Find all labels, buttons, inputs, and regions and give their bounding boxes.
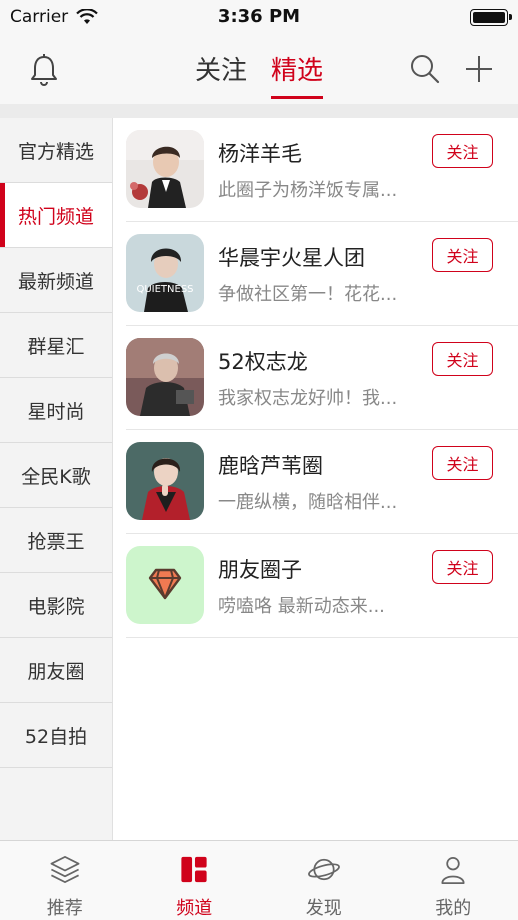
sidebar-item-selfie[interactable]: 52自拍 xyxy=(0,703,112,768)
channel-description: 争做社区第一！花花... xyxy=(218,284,398,305)
nav-bar: 关注 精选 xyxy=(0,36,518,104)
list-item[interactable]: 杨洋羊毛 此圈子为杨洋饭专属... 关注 xyxy=(126,118,518,222)
battery-icon xyxy=(470,9,512,26)
list-item[interactable]: 52权志龙 我家权志龙好帅！我... 关注 xyxy=(126,326,518,430)
sidebar-item-hot[interactable]: 热门频道 xyxy=(0,183,112,248)
bottom-tab-bar: 推荐 频道 发现 我的 xyxy=(0,840,518,920)
sidebar-item-official[interactable]: 官方精选 xyxy=(0,118,112,183)
nav-divider xyxy=(0,104,518,118)
sidebar-item-latest[interactable]: 最新频道 xyxy=(0,248,112,313)
follow-button[interactable]: 关注 xyxy=(432,342,493,376)
tab-featured[interactable]: 精选 xyxy=(271,46,324,99)
status-bar: Carrier 3:36 PM xyxy=(0,0,518,36)
tab-channel[interactable]: 频道 xyxy=(130,841,260,920)
sidebar-item-cinema[interactable]: 电影院 xyxy=(0,573,112,638)
channel-grid-icon xyxy=(181,856,207,883)
avatar-watermark-text: QUIETNESS xyxy=(136,284,193,295)
channel-title: 鹿晗芦苇圈 xyxy=(218,454,323,478)
sidebar-item-karaoke[interactable]: 全民K歌 xyxy=(0,443,112,508)
sidebar-item-friends[interactable]: 朋友圈 xyxy=(0,638,112,703)
channel-avatar xyxy=(126,130,204,208)
channel-avatar xyxy=(126,442,204,520)
channel-title: 杨洋羊毛 xyxy=(218,142,302,166)
tab-discover[interactable]: 发现 xyxy=(259,841,389,920)
follow-button[interactable]: 关注 xyxy=(432,550,493,584)
diamond-icon xyxy=(126,546,204,624)
channel-description: 唠嗑咯 最新动态来... xyxy=(218,596,385,617)
follow-button[interactable]: 关注 xyxy=(432,446,493,480)
channel-description: 一鹿纵横，随晗相伴... xyxy=(218,492,398,513)
tab-recommend-label: 推荐 xyxy=(46,898,83,919)
sidebar-item-fashion[interactable]: 星时尚 xyxy=(0,378,112,443)
tab-recommend[interactable]: 推荐 xyxy=(0,841,130,920)
tab-mine[interactable]: 我的 xyxy=(389,841,518,920)
channel-title: 52权志龙 xyxy=(218,350,308,374)
planet-icon xyxy=(307,858,340,881)
channel-description: 此圈子为杨洋饭专属... xyxy=(218,180,398,201)
follow-button[interactable]: 关注 xyxy=(432,238,493,272)
list-item[interactable]: 朋友圈子 唠嗑咯 最新动态来... 关注 xyxy=(126,534,518,638)
channel-sidebar: 官方精选 热门频道 最新频道 群星汇 星时尚 全民K歌 抢票王 电影院 朋友圈 … xyxy=(0,118,113,840)
sidebar-item-tickets[interactable]: 抢票王 xyxy=(0,508,112,573)
status-time: 3:36 PM xyxy=(217,6,301,27)
tab-discover-label: 发现 xyxy=(305,898,342,919)
channel-title: 朋友圈子 xyxy=(218,558,302,582)
list-item[interactable]: QUIETNESS 华晨宇火星人团 争做社区第一！花花... 关注 xyxy=(126,222,518,326)
search-icon[interactable] xyxy=(408,52,442,86)
channel-description: 我家权志龙好帅！我... xyxy=(218,388,398,409)
sidebar-item-stars[interactable]: 群星汇 xyxy=(0,313,112,378)
channel-avatar xyxy=(126,546,204,624)
channel-list: 杨洋羊毛 此圈子为杨洋饭专属... 关注 QUIETNESS 华晨宇火星人团 争… xyxy=(113,118,518,638)
tab-channel-label: 频道 xyxy=(176,898,213,919)
tab-mine-label: 我的 xyxy=(435,898,472,919)
channel-avatar xyxy=(126,338,204,416)
layers-icon xyxy=(50,856,80,883)
tab-following[interactable]: 关注 xyxy=(195,46,247,99)
channel-avatar: QUIETNESS xyxy=(126,234,204,312)
list-item[interactable]: 鹿晗芦苇圈 一鹿纵横，随晗相伴... 关注 xyxy=(126,430,518,534)
channel-title: 华晨宇火星人团 xyxy=(218,246,365,270)
follow-button[interactable]: 关注 xyxy=(432,134,493,168)
person-icon xyxy=(441,856,465,884)
plus-icon[interactable] xyxy=(462,52,496,86)
